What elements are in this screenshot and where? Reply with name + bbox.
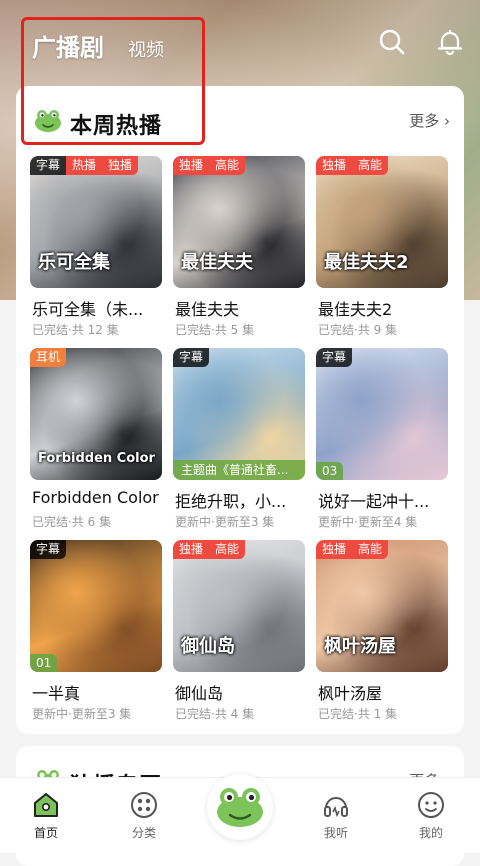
drama-title[interactable]: 拒绝升职，小... xyxy=(175,488,305,512)
tag-badge: 独播 xyxy=(173,156,210,175)
tag-group: 字幕 xyxy=(173,348,210,367)
chevron-right-icon: › xyxy=(444,112,450,130)
tag-badge: 字幕 xyxy=(30,540,67,559)
drama-grid: 字幕 热播 独播 乐可全集 乐可全集（未... 已完结·共 12 集独播 高能 最佳夫夫 最佳夫… xyxy=(30,156,450,732)
nav-label: 我听 xyxy=(323,826,348,840)
drama-card[interactable]: 字幕 03 说好一起冲十... 更新中·更新至4 集 xyxy=(316,348,448,540)
tag-badge: 耳机 xyxy=(30,348,67,367)
tag-group: 独播 高能 xyxy=(316,540,389,559)
bell-icon[interactable] xyxy=(436,28,464,56)
drama-cover[interactable]: 独播 高能枫叶汤屋 xyxy=(316,540,448,672)
drama-card[interactable]: 独播 高能 枫叶汤屋 枫叶汤屋 已完结·共 1 集 xyxy=(316,540,448,732)
tag-badge: 高能 xyxy=(209,156,246,175)
drama-card[interactable]: 耳机 Forbidden Color Forbidden Color 已完结·共 6 … xyxy=(30,348,162,540)
tag-badge: 字幕 xyxy=(173,348,210,367)
drama-cover[interactable]: 独播 高能最佳夫夫2 xyxy=(316,156,448,288)
drama-status: 更新中·更新至4 集 xyxy=(318,515,418,529)
drama-cover[interactable]: 字幕 03 xyxy=(316,348,448,480)
tag-badge: 独播 xyxy=(316,156,353,175)
cover-artwork xyxy=(316,348,448,480)
nav-category[interactable]: 分类 xyxy=(114,790,174,841)
tag-group: 字幕 热播 独播 xyxy=(30,156,139,175)
nav-home[interactable]: 首页 xyxy=(16,790,76,841)
section-title: 本周热播 xyxy=(70,114,163,139)
tag-badge: 字幕 xyxy=(30,156,67,175)
drama-cover[interactable]: 独播 高能御仙岛 xyxy=(173,540,305,672)
tag-group: 字幕 xyxy=(30,540,67,559)
drama-card[interactable]: 字幕主题曲《普通社畜... 拒绝升职，小... 更新中·更新至3 集 xyxy=(173,348,305,540)
drama-title[interactable]: 一半真 xyxy=(32,680,162,704)
tag-badge: 字幕 xyxy=(316,348,353,367)
drama-cover[interactable]: 字幕主题曲《普通社畜... xyxy=(173,348,305,480)
drama-status: 已完结·共 5 集 xyxy=(175,323,255,337)
profile-icon xyxy=(418,792,444,818)
nav-label: 首页 xyxy=(33,826,58,840)
tag-group: 耳机 xyxy=(30,348,67,367)
tag-group: 独播 高能 xyxy=(316,156,389,175)
drama-title[interactable]: Forbidden Color xyxy=(32,488,162,507)
frog-icon xyxy=(34,108,62,132)
tag-group: 独播 高能 xyxy=(173,540,246,559)
top-bar: 广播剧 视频 xyxy=(0,0,480,88)
drama-cover[interactable]: 字幕 01 xyxy=(30,540,162,672)
drama-title[interactable]: 最佳夫夫2 xyxy=(318,296,448,320)
tag-badge: 独播 xyxy=(173,540,210,559)
tab-radio-drama[interactable]: 广播剧 xyxy=(32,28,104,63)
category-icon xyxy=(131,792,157,818)
drama-card[interactable]: 独播 高能 最佳夫夫 最佳夫夫 已完结·共 5 集 xyxy=(173,156,305,348)
tag-badge: 高能 xyxy=(352,156,389,175)
tag-badge: 独播 xyxy=(316,540,353,559)
nav-label: 分类 xyxy=(131,826,156,840)
drama-cover[interactable]: 耳机 Forbidden Color xyxy=(30,348,162,480)
drama-status: 已完结·共 1 集 xyxy=(318,707,398,721)
drama-status: 已完结·共 6 集 xyxy=(32,515,112,529)
drama-title[interactable]: 御仙岛 xyxy=(175,680,305,704)
cover-title-text: 最佳夫夫 xyxy=(181,252,253,273)
episode-badge: 03 xyxy=(316,462,344,480)
drama-status: 更新中·更新至3 集 xyxy=(32,707,132,721)
nav-profile[interactable]: 我的 xyxy=(401,790,461,841)
tag-badge: 高能 xyxy=(352,540,389,559)
drama-title[interactable]: 最佳夫夫 xyxy=(175,296,305,320)
nav-label: 我的 xyxy=(418,826,443,840)
episode-badge: 01 xyxy=(30,654,58,672)
hot-this-week-section: 本周热播 更多 › 字幕 热播 独播 乐可全集 乐可全集（未... 已完结·共 12 集独… xyxy=(16,86,464,734)
drama-status: 已完结·共 4 集 xyxy=(175,707,255,721)
drama-title[interactable]: 说好一起冲十... xyxy=(318,488,448,512)
drama-status: 更新中·更新至3 集 xyxy=(175,515,275,529)
tab-video[interactable]: 视频 xyxy=(128,36,164,62)
drama-title[interactable]: 乐可全集（未... xyxy=(32,296,162,320)
cover-artwork xyxy=(30,540,162,672)
home-icon xyxy=(34,793,58,817)
drama-title[interactable]: 枫叶汤屋 xyxy=(318,680,448,704)
drama-cover[interactable]: 独播 高能最佳夫夫 xyxy=(173,156,305,288)
frog-icon xyxy=(217,788,263,827)
more-link[interactable]: 更多 › xyxy=(409,110,450,131)
section-header: 本周热播 更多 › xyxy=(16,86,464,150)
bottom-navigation: 首页 分类 我听 我的 xyxy=(0,774,480,853)
drama-status: 已完结·共 12 集 xyxy=(32,323,119,337)
drama-cover[interactable]: 字幕 热播 独播乐可全集 xyxy=(30,156,162,288)
drama-card[interactable]: 独播 高能 御仙岛 御仙岛 已完结·共 4 集 xyxy=(173,540,305,732)
cover-title-text: 乐可全集 xyxy=(38,252,110,273)
headphones-icon xyxy=(324,797,348,818)
drama-card[interactable]: 字幕 01 一半真更新中·更新至3 集 xyxy=(30,540,162,732)
cover-title-text: Forbidden Color xyxy=(38,451,155,466)
nav-center-frog-button[interactable] xyxy=(207,774,273,840)
cover-title-text: 御仙岛 xyxy=(181,636,235,657)
nav-listening[interactable]: 我听 xyxy=(306,790,366,841)
cover-title-text: 枫叶汤屋 xyxy=(324,636,396,657)
drama-status: 已完结·共 9 集 xyxy=(318,323,398,337)
tag-group: 字幕 xyxy=(316,348,353,367)
tag-badge: 高能 xyxy=(209,540,246,559)
tag-badge: 独播 xyxy=(102,156,139,175)
tag-badge: 热播 xyxy=(66,156,103,175)
cover-title-text: 最佳夫夫2 xyxy=(324,252,409,273)
drama-card[interactable]: 字幕 热播 独播乐可全集乐可全集（未... 已完结·共 12 集 xyxy=(30,156,162,348)
drama-card[interactable]: 独播 高能 最佳夫夫2 最佳夫夫2 已完结·共 9 集 xyxy=(316,156,448,348)
theme-song-strip: 主题曲《普通社畜... xyxy=(173,460,305,480)
search-icon[interactable] xyxy=(378,28,406,56)
tag-group: 独播 高能 xyxy=(173,156,246,175)
